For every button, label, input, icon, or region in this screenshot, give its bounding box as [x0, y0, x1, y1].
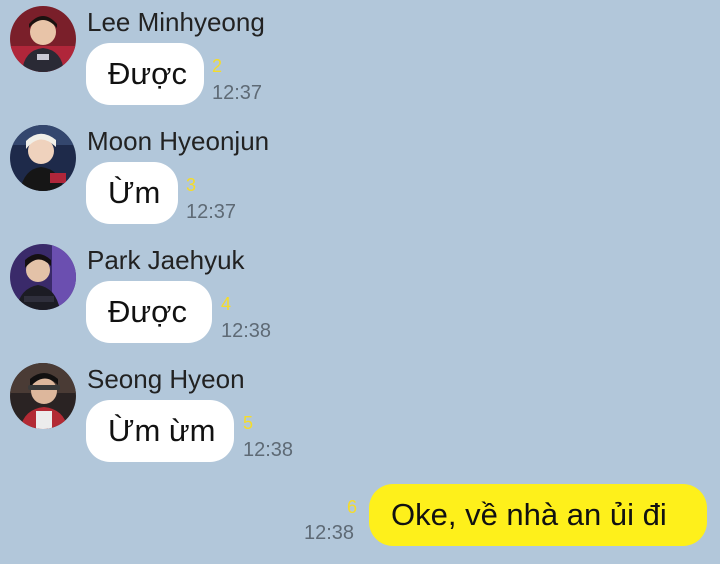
unread-count: 4 [221, 294, 232, 314]
message-bubble[interactable]: Được [86, 43, 204, 105]
message-bubble[interactable]: Ừm ừm [86, 400, 234, 462]
message-timestamp: 12:38 [221, 320, 272, 342]
unread-count: 3 [186, 175, 197, 195]
avatar[interactable] [10, 244, 76, 310]
avatar[interactable] [10, 125, 76, 191]
message-timestamp: 12:37 [186, 201, 237, 223]
my-message-bubble[interactable]: Oke, về nhà an ủi đi [369, 484, 707, 546]
sender-name: Park Jaehyuk [87, 245, 245, 275]
message-bubble[interactable]: Ừm [86, 162, 178, 224]
unread-count: 2 [212, 56, 223, 76]
message-timestamp: 12:38 [243, 439, 294, 461]
message-timestamp: 12:37 [212, 82, 263, 104]
sender-name: Lee Minhyeong [87, 7, 265, 37]
unread-count: 6 [347, 497, 358, 517]
sender-name: Moon Hyeonjun [87, 126, 270, 156]
message-bubble[interactable]: Được [86, 281, 212, 343]
avatar[interactable] [10, 363, 76, 429]
unread-count: 5 [243, 413, 254, 433]
avatar[interactable] [10, 6, 76, 72]
message-timestamp: 12:38 [304, 522, 355, 544]
sender-name: Seong Hyeon [87, 364, 245, 394]
